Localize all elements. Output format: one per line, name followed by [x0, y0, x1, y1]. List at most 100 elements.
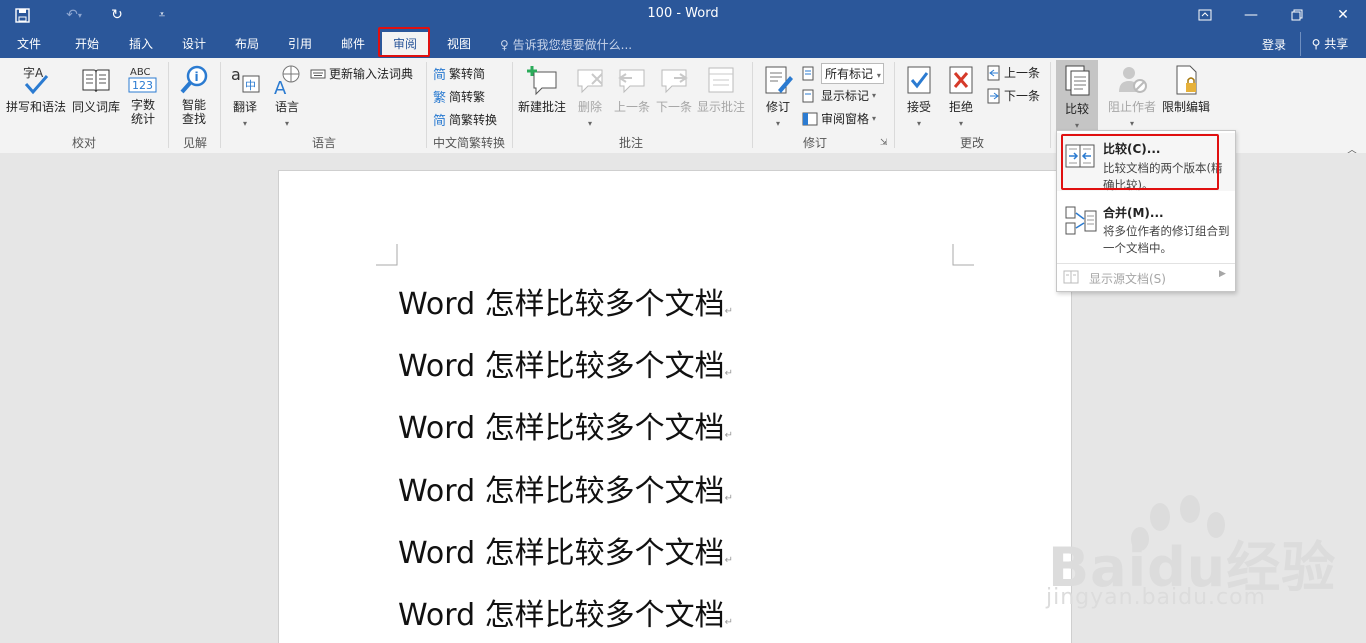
- paragraph-mark: ↵: [724, 617, 734, 628]
- document-line[interactable]: Word 怎样比较多个文档↵: [398, 341, 733, 385]
- combine-item-description: 将多位作者的修订组合到一个文档中。: [1103, 224, 1230, 255]
- lightbulb-icon: ♀: [500, 38, 509, 52]
- line-text: Word 怎样比较多个文档: [398, 598, 725, 633]
- group-separator: [512, 62, 513, 148]
- smart-lookup-icon: i: [180, 65, 208, 94]
- smart-lookup-button[interactable]: i 智能 查找: [172, 64, 216, 126]
- svg-text:ABC: ABC: [130, 67, 151, 78]
- chevron-down-icon: ▾: [284, 119, 289, 128]
- menu-item-combine[interactable]: 合并(M)... 将多位作者的修订组合到一个文档中。: [1057, 197, 1235, 257]
- tab-layout[interactable]: 布局: [226, 30, 268, 58]
- update-ime-dictionary-button[interactable]: 更新输入法词典: [310, 65, 413, 82]
- tab-insert[interactable]: 插入: [120, 30, 162, 58]
- compare-button[interactable]: 比较 ▾: [1056, 60, 1098, 130]
- svg-text:i: i: [195, 70, 199, 84]
- tell-me-box[interactable]: ♀ 告诉我您想要做什么...: [500, 36, 632, 53]
- translate-icon: a 中: [231, 65, 260, 93]
- close-icon[interactable]: ✕: [1328, 3, 1358, 27]
- tab-mailings[interactable]: 邮件: [332, 30, 374, 58]
- simplified-to-traditional-button[interactable]: 繁 简转繁: [433, 87, 485, 106]
- book-icon: [82, 69, 110, 93]
- svg-text:中: 中: [245, 79, 256, 92]
- menu-item-show-source[interactable]: 显示源文档(S) ▶: [1057, 267, 1235, 289]
- accept-label: 接受: [906, 100, 931, 114]
- chevron-down-icon: ▾: [872, 91, 877, 100]
- tab-design[interactable]: 设计: [173, 30, 215, 58]
- share-button[interactable]: ⚲ 共享: [1300, 32, 1359, 56]
- login-link[interactable]: 登录: [1262, 36, 1286, 53]
- reject-label: 拒绝: [948, 100, 973, 114]
- minimize-icon[interactable]: —: [1236, 3, 1266, 27]
- chevron-down-icon: ▾: [958, 119, 963, 128]
- paragraph-mark: ↵: [724, 555, 734, 566]
- accept-icon: [907, 66, 931, 94]
- block-authors-button[interactable]: 阻止作者 ▾: [1106, 64, 1158, 129]
- menu-separator: [1057, 263, 1235, 264]
- markup-select[interactable]: 所有标记 ▾: [821, 63, 884, 84]
- reject-icon: [949, 66, 973, 94]
- tab-file[interactable]: 文件: [8, 30, 50, 58]
- thesaurus-button[interactable]: 同义词库: [70, 64, 122, 115]
- document-line[interactable]: Word 怎样比较多个文档↵: [398, 403, 733, 447]
- compare-item-highlight: [1061, 134, 1219, 190]
- document-line[interactable]: Word 怎样比较多个文档↵: [398, 590, 733, 634]
- previous-change-button[interactable]: 上一条: [985, 64, 1040, 81]
- group-separator: [220, 62, 221, 148]
- new-comment-button[interactable]: 新建批注: [514, 64, 570, 115]
- tell-me-text: 告诉我您想要做什么...: [512, 38, 633, 52]
- show-markup-button[interactable]: 显示标记 ▾: [802, 87, 876, 104]
- review-tab-highlight: [378, 27, 430, 57]
- delete-comment-label: 删除: [577, 100, 602, 114]
- word-count-label: 字数 统计: [130, 98, 155, 126]
- block-authors-label: 阻止作者: [1107, 100, 1156, 114]
- spell-check-icon: 字A: [23, 65, 49, 95]
- spelling-grammar-label: 拼写和语法: [5, 100, 66, 114]
- group-separator: [1050, 62, 1051, 148]
- show-comments-icon: [708, 67, 734, 93]
- translate-button[interactable]: a 中 翻译 ▾: [226, 64, 264, 129]
- group-changes: 更改: [959, 136, 984, 150]
- language-button[interactable]: A 语言 ▾: [268, 64, 306, 129]
- markup-dropdown[interactable]: 所有标记 ▾: [802, 63, 884, 84]
- restrict-editing-icon: [1176, 65, 1197, 95]
- line-text: Word 怎样比较多个文档: [398, 411, 725, 446]
- svg-text:字A: 字A: [23, 65, 44, 80]
- chinese-conversion-button[interactable]: 简 简繁转换: [433, 110, 497, 129]
- tab-home[interactable]: 开始: [66, 30, 108, 58]
- previous-comment-button[interactable]: 上一条: [612, 64, 652, 115]
- previous-change-icon: [987, 65, 1000, 80]
- group-chinese-conversion: 中文简繁转换: [432, 136, 505, 150]
- new-comment-icon: [527, 66, 557, 96]
- show-source-label: 显示源文档(S): [1089, 272, 1166, 286]
- tab-view[interactable]: 视图: [438, 30, 480, 58]
- track-changes-button[interactable]: 修订 ▾: [760, 64, 796, 129]
- next-change-button[interactable]: 下一条: [985, 87, 1040, 104]
- share-label: 共享: [1324, 37, 1349, 51]
- translate-label: 翻译: [232, 100, 257, 114]
- ribbon-display-options-icon[interactable]: [1190, 3, 1220, 27]
- show-comments-button[interactable]: 显示批注: [696, 64, 746, 115]
- show-source-icon: [1063, 270, 1079, 284]
- document-line[interactable]: Word 怎样比较多个文档↵: [398, 528, 733, 572]
- spelling-grammar-button[interactable]: 字A 拼写和语法: [4, 64, 68, 115]
- next-comment-button[interactable]: 下一条: [654, 64, 694, 115]
- chevron-down-icon: ▾: [1129, 119, 1134, 128]
- tracking-options-launcher-icon[interactable]: ⇲: [880, 138, 888, 148]
- word-count-button[interactable]: ABC 123 字数 统计: [124, 64, 162, 126]
- delete-comment-button[interactable]: 删除 ▾: [570, 64, 610, 129]
- chevron-down-icon: ▾: [872, 114, 877, 123]
- tab-references[interactable]: 引用: [279, 30, 321, 58]
- accept-button[interactable]: 接受 ▾: [900, 64, 938, 129]
- word-count-icon: ABC 123: [128, 67, 157, 93]
- traditional-to-simplified-button[interactable]: 简 繁转简: [433, 64, 485, 83]
- restrict-editing-button[interactable]: 限制编辑: [1160, 64, 1212, 115]
- document-line[interactable]: Word 怎样比较多个文档↵: [398, 466, 733, 510]
- reviewing-pane-button[interactable]: 审阅窗格 ▾: [802, 110, 876, 127]
- document-line[interactable]: Word 怎样比较多个文档↵: [398, 279, 733, 323]
- restore-icon[interactable]: [1282, 3, 1312, 27]
- line-text: Word 怎样比较多个文档: [398, 349, 725, 384]
- chinese-conversion-label: 简繁转换: [449, 113, 498, 127]
- svg-text:123: 123: [132, 79, 153, 92]
- ribbon-tab-bar: 文件 开始 插入 设计 布局 引用 邮件 审阅 视图: [0, 30, 1366, 58]
- reject-button[interactable]: 拒绝 ▾: [942, 64, 980, 129]
